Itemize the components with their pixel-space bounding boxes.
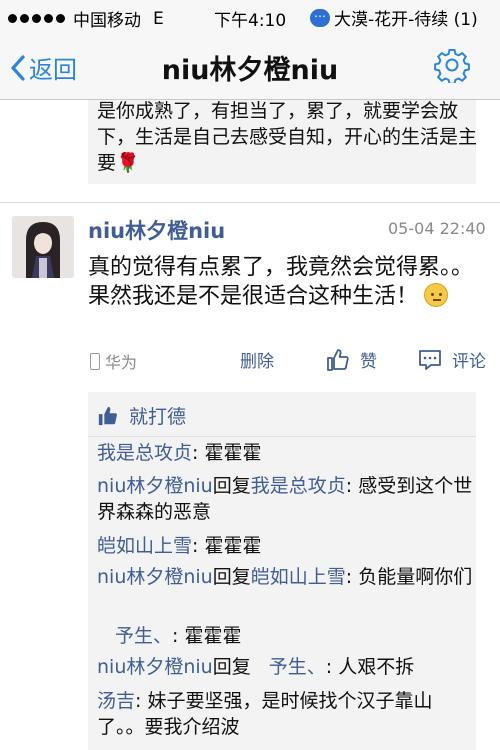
likes-row: 就打德	[97, 402, 186, 429]
delete-button[interactable]: 删除	[240, 347, 274, 372]
sad-face-emoji-icon	[424, 283, 449, 307]
comment-item[interactable]: niu林夕橙niu回复皑如山上雪: 负能量啊你们	[97, 564, 477, 590]
commenter-name[interactable]: 我是总攻贞	[97, 442, 192, 464]
page-title: niu林夕橙niu	[161, 55, 339, 86]
reply-target-name[interactable]: 皑如山上雪	[251, 566, 346, 588]
commenter-name[interactable]: 汤吉	[97, 690, 135, 712]
avatar[interactable]	[12, 216, 74, 278]
status-bar: 中国移动 E 下午4:10 大漠-花开-待续 (1)	[0, 0, 500, 32]
reply-target-name[interactable]: 予生、	[269, 656, 326, 678]
post-author[interactable]: niu林夕橙niu	[88, 215, 225, 245]
panel-divider	[88, 436, 476, 437]
commenter-name[interactable]: niu林夕橙niu	[97, 475, 213, 497]
commenter-name[interactable]: niu林夕橙niu	[97, 656, 213, 678]
signal-strength-icon	[8, 14, 65, 23]
like-button[interactable]: 赞	[326, 347, 377, 372]
comment-text: : 霍霍霍	[192, 442, 262, 464]
comment-bubble-icon	[419, 349, 441, 370]
comment-item[interactable]: niu林夕橙niu回复 予生、: 人艰不拆	[97, 654, 477, 680]
comment-item[interactable]: 予生、: 霍霍霍	[115, 623, 495, 649]
notification-text: 大漠-花开-待续 (1)	[334, 10, 478, 30]
clock: 下午4:10	[214, 11, 287, 31]
thumbs-up-icon	[327, 348, 349, 371]
comment-text: : 人艰不拆	[325, 656, 415, 678]
comment-button[interactable]: 评论	[418, 347, 486, 372]
navigation-bar: 返回 niu林夕橙niu	[0, 32, 500, 100]
phone-icon	[90, 352, 100, 370]
commenter-name[interactable]: niu林夕橙niu	[97, 566, 213, 588]
comment-text: : 负能量啊你们	[345, 566, 473, 588]
chat-bubble-icon	[310, 6, 330, 27]
commenter-name[interactable]: 皑如山上雪	[97, 535, 192, 557]
notification-banner[interactable]: 大漠-花开-待续 (1)	[310, 5, 478, 30]
avatar-image	[12, 216, 74, 278]
post-device: 华为	[90, 349, 137, 373]
rose-emoji: 🌹	[116, 152, 140, 174]
commenter-name[interactable]: 予生、	[115, 625, 172, 647]
gear-icon[interactable]	[434, 47, 470, 83]
reply-target-name[interactable]: 我是总攻贞	[251, 475, 346, 497]
comment-text: : 妹子要坚强，是时候找个汉子靠山了。。要我介绍波	[97, 690, 433, 738]
comment-text: : 霍霍霍	[172, 625, 242, 647]
network-type: E	[153, 8, 164, 29]
post-timestamp: 05-04 22:40	[388, 219, 486, 238]
post-body: 真的觉得有点累了，我竟然会觉得累。。果然我还是不是很适合这种生活！	[88, 255, 474, 309]
liker-name[interactable]: 就打德	[129, 402, 186, 429]
status-left: 中国移动 E	[8, 6, 164, 31]
thumbs-up-filled-icon	[98, 406, 117, 425]
previous-comment-text: 是你成熟了，有担当了，累了，就要学会放下，生活是自己去感受自知，开心的生活是主要…	[97, 100, 478, 174]
carrier-name: 中国移动	[73, 11, 141, 31]
comment-item[interactable]: 汤吉: 妹子要坚强，是时候找个汉子靠山了。。要我介绍波	[97, 688, 477, 740]
comment-item[interactable]: niu林夕橙niu回复我是总攻贞: 感受到这个世界森森的恶意	[97, 473, 477, 525]
comment-item[interactable]: 皑如山上雪: 霍霍霍	[97, 533, 477, 559]
comment-text: : 霍霍霍	[192, 535, 262, 557]
comment-item[interactable]: 我是总攻贞: 霍霍霍	[97, 440, 477, 466]
divider	[0, 202, 500, 203]
